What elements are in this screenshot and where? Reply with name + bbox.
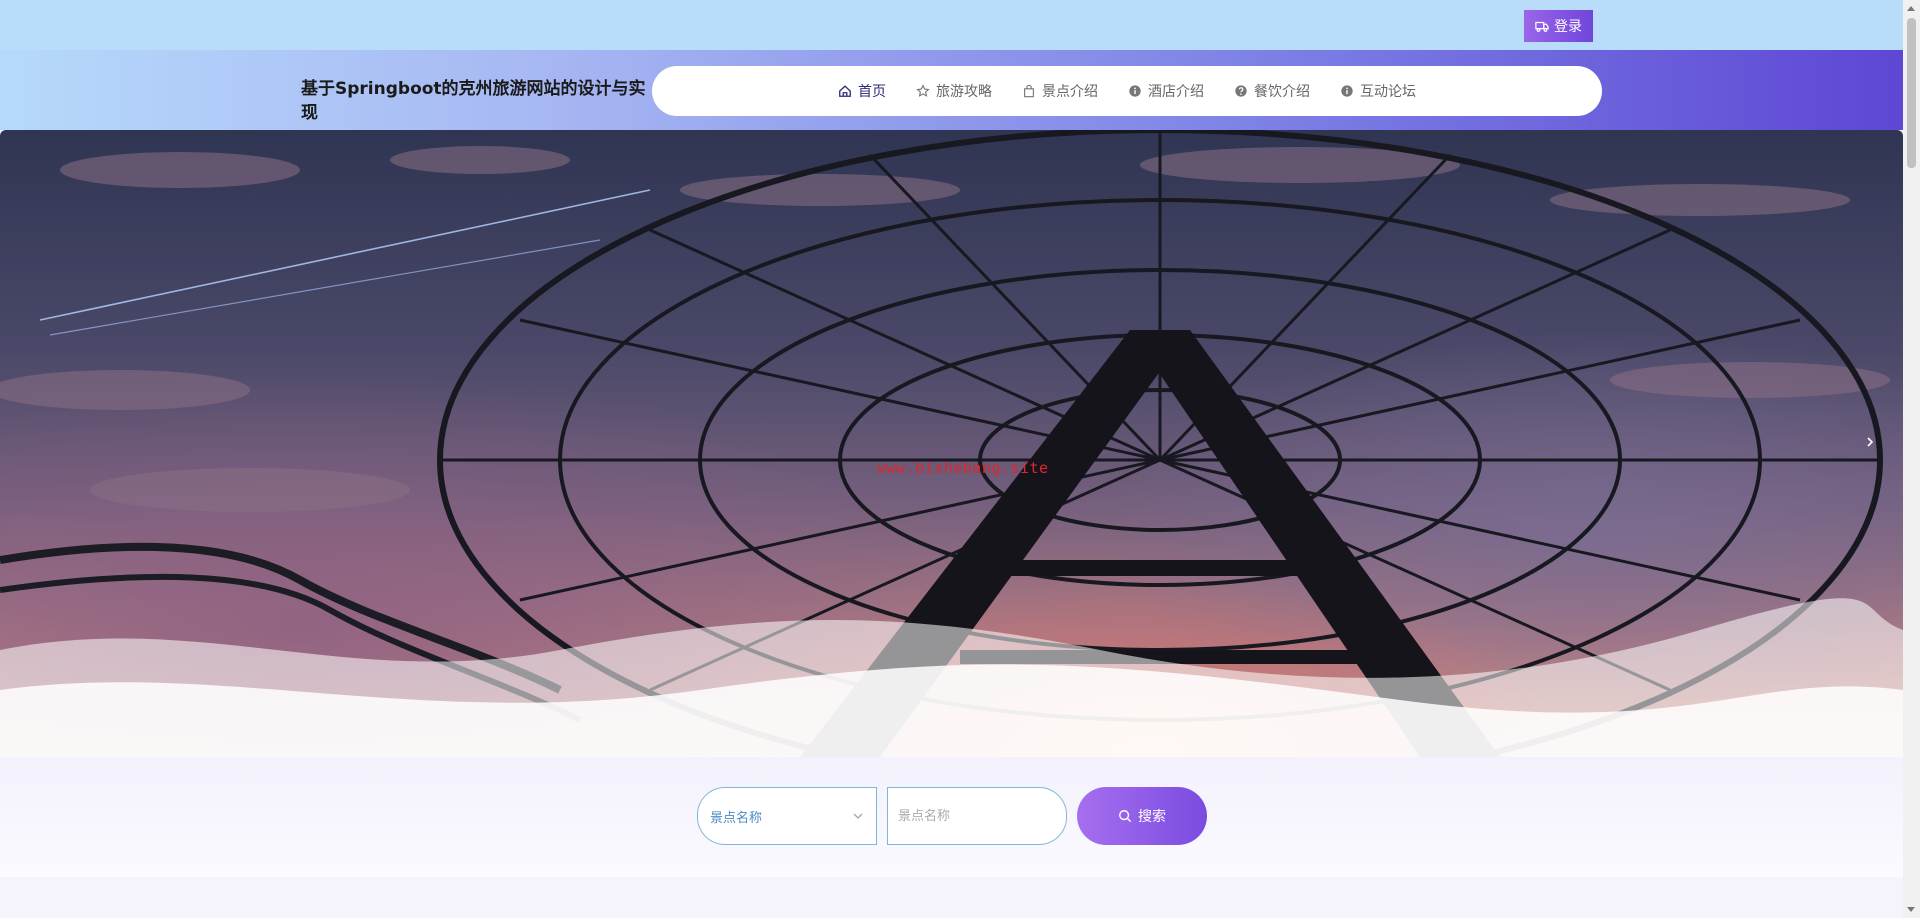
nav-item-dining[interactable]: 餐饮介绍 (1219, 81, 1325, 101)
select-value: 景点名称 (710, 810, 763, 826)
main-nav: 首页 旅游攻略 景点介绍 酒店介绍 餐饮介绍 互动论坛 (652, 66, 1602, 116)
search-area: 景点名称 搜索 (0, 757, 1903, 877)
nav-item-label: 旅游攻略 (936, 84, 992, 100)
nav-item-label: 首页 (858, 84, 886, 100)
nav-item-forum[interactable]: 互动论坛 (1325, 81, 1431, 101)
search-button-label: 搜索 (1138, 809, 1166, 825)
info-circle-icon (1341, 85, 1353, 97)
scroll-up-arrow[interactable] (1907, 6, 1915, 11)
bag-icon (1024, 84, 1034, 98)
nav-item-label: 互动论坛 (1360, 84, 1416, 100)
nav-item-label: 景点介绍 (1042, 84, 1098, 100)
chevron-right-icon (1867, 437, 1874, 447)
nav-item-label: 餐饮介绍 (1254, 84, 1310, 100)
question-circle-icon (1235, 85, 1247, 97)
header: 基于Springboot的克州旅游网站的设计与实现 首页 旅游攻略 景点介绍 酒… (0, 50, 1903, 130)
truck-icon (1535, 21, 1549, 32)
search-field-select[interactable]: 景点名称 (697, 787, 877, 845)
nav-item-hotels[interactable]: 酒店介绍 (1113, 81, 1219, 101)
carousel-next-button[interactable] (1858, 430, 1882, 454)
home-icon (839, 85, 851, 97)
search-input[interactable] (887, 787, 1067, 845)
info-circle-icon (1129, 85, 1141, 97)
scroll-thumb[interactable] (1907, 18, 1916, 168)
login-button[interactable]: 登录 (1524, 10, 1593, 42)
watermark-text: www.bishebang.site (877, 459, 1049, 477)
nav-item-label: 酒店介绍 (1148, 84, 1204, 100)
login-label: 登录 (1554, 19, 1582, 35)
star-icon (916, 84, 930, 97)
ferris-wheel-image (0, 130, 1903, 757)
chevron-down-icon (853, 813, 863, 819)
top-bar: 登录 (0, 0, 1903, 50)
nav-item-home[interactable]: 首页 (823, 81, 901, 101)
site-title: 基于Springboot的克州旅游网站的设计与实现 (301, 79, 646, 123)
nav-item-attractions[interactable]: 景点介绍 (1007, 81, 1113, 101)
search-icon (1119, 810, 1132, 823)
vertical-scrollbar[interactable] (1903, 0, 1920, 918)
banner-carousel[interactable]: www.bishebang.site (0, 130, 1903, 757)
nav-item-travel-guide[interactable]: 旅游攻略 (901, 81, 1007, 101)
search-button[interactable]: 搜索 (1077, 787, 1207, 845)
scroll-down-arrow[interactable] (1907, 907, 1915, 912)
